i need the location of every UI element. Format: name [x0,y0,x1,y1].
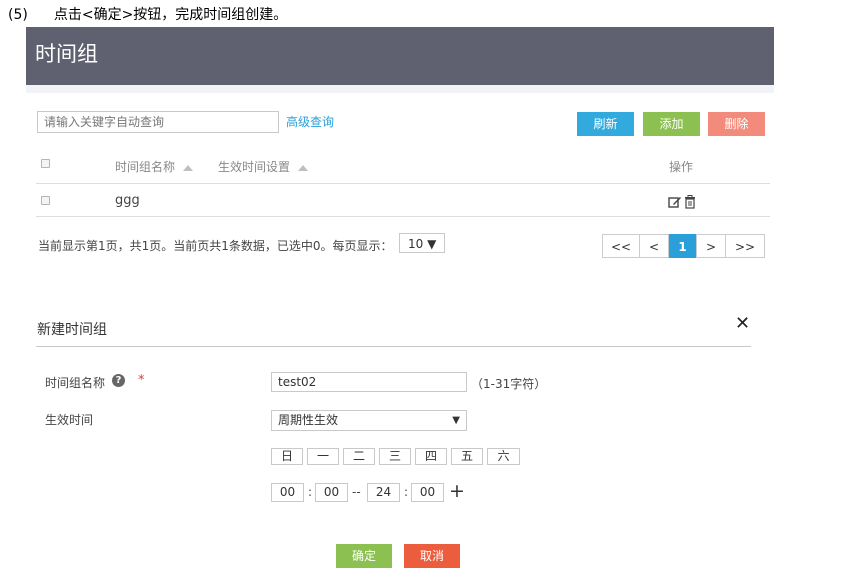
time-range-separator: -- [352,485,361,499]
day-thu[interactable]: 四 [415,448,447,465]
prev-page-button[interactable]: < [639,234,669,258]
column-header-setting-label: 生效时间设置 [218,160,291,174]
page-size-select[interactable]: 10 ▼ [399,233,445,253]
pagination-info: 当前显示第1页，共1页。当前页共1条数据，已选中0。每页显示： [38,239,393,253]
search-input[interactable]: 请输入关键字自动查询 [37,111,279,133]
time-colon: : [308,485,313,499]
column-header-actions: 操作 [669,160,694,174]
day-sat[interactable]: 六 [487,448,520,465]
ok-button[interactable]: 确定 [336,544,392,568]
day-fri[interactable]: 五 [451,448,483,465]
start-minute-field[interactable]: 00 [315,483,348,502]
row-checkbox[interactable] [41,196,50,205]
day-tue[interactable]: 二 [343,448,375,465]
time-colon: : [404,485,409,499]
end-hour-field[interactable]: 24 [367,483,400,502]
effect-time-select[interactable]: 周期性生效 ▼ [271,410,467,431]
sort-asc-icon[interactable] [298,164,309,171]
day-sun[interactable]: 日 [271,448,303,465]
edit-icon[interactable] [668,194,682,208]
add-button[interactable]: 添加 [643,112,700,136]
close-icon[interactable]: ✕ [735,313,750,334]
select-all-checkbox[interactable] [41,159,50,168]
page-title: 时间组 [35,42,98,66]
effect-time-label: 生效时间 [45,413,94,427]
end-minute-field[interactable]: 00 [411,483,444,502]
add-time-icon[interactable]: + [449,480,465,502]
chevron-down-icon: ▼ [452,415,460,426]
step-text: 点击<确定>按钮，完成时间组创建。 [53,7,288,23]
required-marker: * [138,373,145,388]
next-page-button[interactable]: > [696,234,726,258]
delete-button[interactable]: 删除 [708,112,765,136]
help-icon[interactable]: ? [112,374,125,387]
sort-asc-icon[interactable] [183,164,194,171]
day-mon[interactable]: 一 [307,448,339,465]
advanced-search-link[interactable]: 高级查询 [286,113,334,130]
dialog-title: 新建时间组 [37,322,107,338]
start-hour-field[interactable]: 00 [271,483,304,502]
name-field[interactable]: test02 [271,372,467,392]
table-divider [36,183,770,184]
column-header-name-label: 时间组名称 [115,160,176,174]
last-page-button[interactable]: >> [725,234,765,258]
table-bottom-line [36,216,770,217]
refresh-button[interactable]: 刷新 [577,112,634,136]
page-header: 时间组 [26,27,774,85]
day-wed[interactable]: 三 [379,448,411,465]
name-label: 时间组名称 [45,376,106,390]
header-stripe [26,85,774,93]
current-page-button[interactable]: 1 [669,234,696,258]
dialog-divider [36,346,751,347]
name-hint: （1-31字符） [471,377,547,391]
effect-time-value: 周期性生效 [278,413,339,427]
first-page-button[interactable]: << [602,234,640,258]
cancel-button[interactable]: 取消 [404,544,460,568]
column-header-name[interactable]: 时间组名称 [115,158,194,175]
row-name: ggg [115,193,140,208]
delete-icon[interactable] [684,194,696,209]
column-header-setting[interactable]: 生效时间设置 [218,158,309,175]
step-caption: (5) 点击<确定>按钮，完成时间组创建。 [0,4,287,24]
step-number: (5) [8,7,28,23]
